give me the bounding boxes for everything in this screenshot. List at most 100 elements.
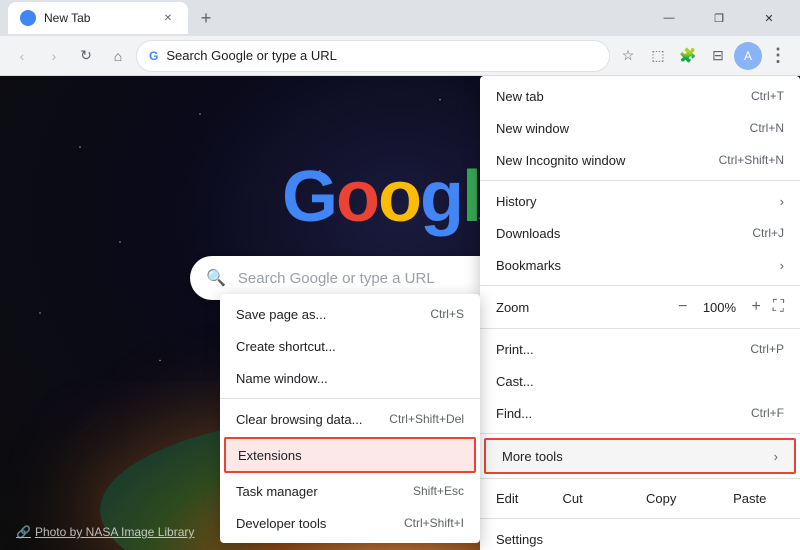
zoom-value: 100% bbox=[699, 300, 739, 315]
extensions-highlight-box: Extensions bbox=[224, 437, 476, 473]
more-tools-highlight-box: More tools › bbox=[484, 438, 796, 474]
menu-divider-3 bbox=[480, 328, 800, 329]
menu-item-bookmarks[interactable]: Bookmarks › bbox=[480, 249, 800, 281]
close-button[interactable]: ✕ bbox=[746, 0, 792, 36]
tab-close-button[interactable]: ✕ bbox=[160, 10, 176, 26]
logo-o1: o bbox=[336, 156, 378, 238]
menu-divider-5 bbox=[480, 478, 800, 479]
settings-label: Settings bbox=[496, 532, 543, 547]
bookmarks-label: Bookmarks bbox=[496, 258, 561, 273]
home-button[interactable]: ⌂ bbox=[104, 42, 132, 70]
save-page-shortcut: Ctrl+S bbox=[430, 307, 464, 321]
nav-icons: ☆ ⬚ 🧩 ⊟ A ⋮ bbox=[614, 42, 792, 70]
menu-item-cast[interactable]: Cast... bbox=[480, 365, 800, 397]
dropdown-menu: New tab Ctrl+T New window Ctrl+N New Inc… bbox=[480, 76, 800, 550]
new-tab-button[interactable]: + bbox=[192, 4, 220, 32]
menu-button[interactable]: ⋮ bbox=[764, 42, 792, 70]
photo-credit-link[interactable]: 🔗 Photo by NASA Image Library bbox=[16, 522, 194, 542]
zoom-controls: − 100% + ⛶ bbox=[674, 298, 784, 316]
menu-item-new-window[interactable]: New window Ctrl+N bbox=[480, 112, 800, 144]
history-arrow: › bbox=[780, 194, 784, 209]
submenu-developer-tools[interactable]: Developer tools Ctrl+Shift+I bbox=[220, 507, 480, 539]
minimize-button[interactable]: — bbox=[646, 0, 692, 36]
fullscreen-button[interactable]: ⛶ bbox=[773, 298, 784, 316]
menu-item-incognito[interactable]: New Incognito window Ctrl+Shift+N bbox=[480, 144, 800, 176]
cast-label: Cast... bbox=[496, 374, 534, 389]
submenu-name-window[interactable]: Name window... bbox=[220, 362, 480, 394]
screenshot-icon[interactable]: ⬚ bbox=[644, 42, 672, 70]
logo-o2: o bbox=[378, 156, 420, 238]
menu-item-settings[interactable]: Settings bbox=[480, 523, 800, 550]
link-icon: 🔗 bbox=[16, 525, 31, 539]
create-shortcut-label: Create shortcut... bbox=[236, 339, 336, 354]
extensions-icon[interactable]: 🧩 bbox=[674, 42, 702, 70]
developer-tools-shortcut: Ctrl+Shift+I bbox=[404, 516, 464, 530]
submenu-clear-browsing[interactable]: Clear browsing data... Ctrl+Shift+Del bbox=[220, 403, 480, 435]
new-tab-shortcut: Ctrl+T bbox=[751, 89, 784, 103]
name-window-label: Name window... bbox=[236, 371, 328, 386]
window-controls: — ❐ ✕ bbox=[646, 0, 792, 36]
menu-divider-2 bbox=[480, 285, 800, 286]
downloads-shortcut: Ctrl+J bbox=[752, 226, 784, 240]
clear-browsing-shortcut: Ctrl+Shift+Del bbox=[389, 412, 464, 426]
developer-tools-label: Developer tools bbox=[236, 516, 326, 531]
copy-button[interactable]: Copy bbox=[619, 487, 704, 510]
profile-button[interactable]: A bbox=[734, 42, 762, 70]
restore-button[interactable]: ❐ bbox=[696, 0, 742, 36]
find-label: Find... bbox=[496, 406, 532, 421]
nav-bar: ‹ › ↻ ⌂ G Search Google or type a URL ☆ … bbox=[0, 36, 800, 76]
submenu-create-shortcut[interactable]: Create shortcut... bbox=[220, 330, 480, 362]
more-tools-label: More tools bbox=[502, 449, 563, 464]
menu-divider-1 bbox=[480, 180, 800, 181]
find-shortcut: Ctrl+F bbox=[751, 406, 784, 420]
menu-item-downloads[interactable]: Downloads Ctrl+J bbox=[480, 217, 800, 249]
logo-g2: g bbox=[420, 156, 462, 238]
bookmark-icon[interactable]: ☆ bbox=[614, 42, 642, 70]
task-manager-shortcut: Shift+Esc bbox=[413, 484, 464, 498]
zoom-in-button[interactable]: + bbox=[747, 298, 764, 316]
submenu-extensions[interactable]: Extensions bbox=[226, 439, 474, 471]
menu-item-history[interactable]: History › bbox=[480, 185, 800, 217]
bookmarks-arrow: › bbox=[780, 258, 784, 273]
edit-row: Edit Cut Copy Paste bbox=[480, 483, 800, 514]
photo-credit-text: Photo by NASA Image Library bbox=[35, 525, 194, 539]
task-manager-label: Task manager bbox=[236, 484, 318, 499]
address-text: Search Google or type a URL bbox=[166, 48, 337, 63]
menu-item-find[interactable]: Find... Ctrl+F bbox=[480, 397, 800, 429]
print-shortcut: Ctrl+P bbox=[750, 342, 784, 356]
submenu-divider-1 bbox=[220, 398, 480, 399]
forward-button[interactable]: › bbox=[40, 42, 68, 70]
browser-tab[interactable]: New Tab ✕ bbox=[8, 2, 188, 34]
tab-title: New Tab bbox=[44, 11, 90, 25]
incognito-shortcut: Ctrl+Shift+N bbox=[719, 153, 784, 167]
submenu-task-manager[interactable]: Task manager Shift+Esc bbox=[220, 475, 480, 507]
paste-button[interactable]: Paste bbox=[707, 487, 792, 510]
sidebar-icon[interactable]: ⊟ bbox=[704, 42, 732, 70]
menu-item-print[interactable]: Print... Ctrl+P bbox=[480, 333, 800, 365]
menu-divider-4 bbox=[480, 433, 800, 434]
address-bar[interactable]: G Search Google or type a URL bbox=[136, 40, 610, 72]
menu-divider-6 bbox=[480, 518, 800, 519]
back-button[interactable]: ‹ bbox=[8, 42, 36, 70]
menu-item-more-tools[interactable]: More tools › bbox=[486, 440, 794, 472]
history-label: History bbox=[496, 194, 536, 209]
clear-browsing-label: Clear browsing data... bbox=[236, 412, 362, 427]
reload-button[interactable]: ↻ bbox=[72, 42, 100, 70]
logo-g: G bbox=[282, 156, 336, 238]
more-tools-submenu: Save page as... Ctrl+S Create shortcut..… bbox=[220, 294, 480, 543]
print-label: Print... bbox=[496, 342, 534, 357]
edit-label: Edit bbox=[488, 491, 526, 506]
new-window-shortcut: Ctrl+N bbox=[750, 121, 784, 135]
cut-button[interactable]: Cut bbox=[530, 487, 615, 510]
new-tab-label: New tab bbox=[496, 89, 544, 104]
submenu-save-page[interactable]: Save page as... Ctrl+S bbox=[220, 298, 480, 330]
menu-item-new-tab[interactable]: New tab Ctrl+T bbox=[480, 80, 800, 112]
search-placeholder: Search Google or type a URL bbox=[238, 270, 435, 287]
new-window-label: New window bbox=[496, 121, 569, 136]
google-icon: G bbox=[149, 49, 158, 63]
save-page-label: Save page as... bbox=[236, 307, 326, 322]
extensions-label: Extensions bbox=[238, 448, 302, 463]
title-bar: New Tab ✕ + — ❐ ✕ bbox=[0, 0, 800, 36]
menu-item-zoom: Zoom − 100% + ⛶ bbox=[480, 290, 800, 324]
zoom-out-button[interactable]: − bbox=[674, 298, 691, 316]
